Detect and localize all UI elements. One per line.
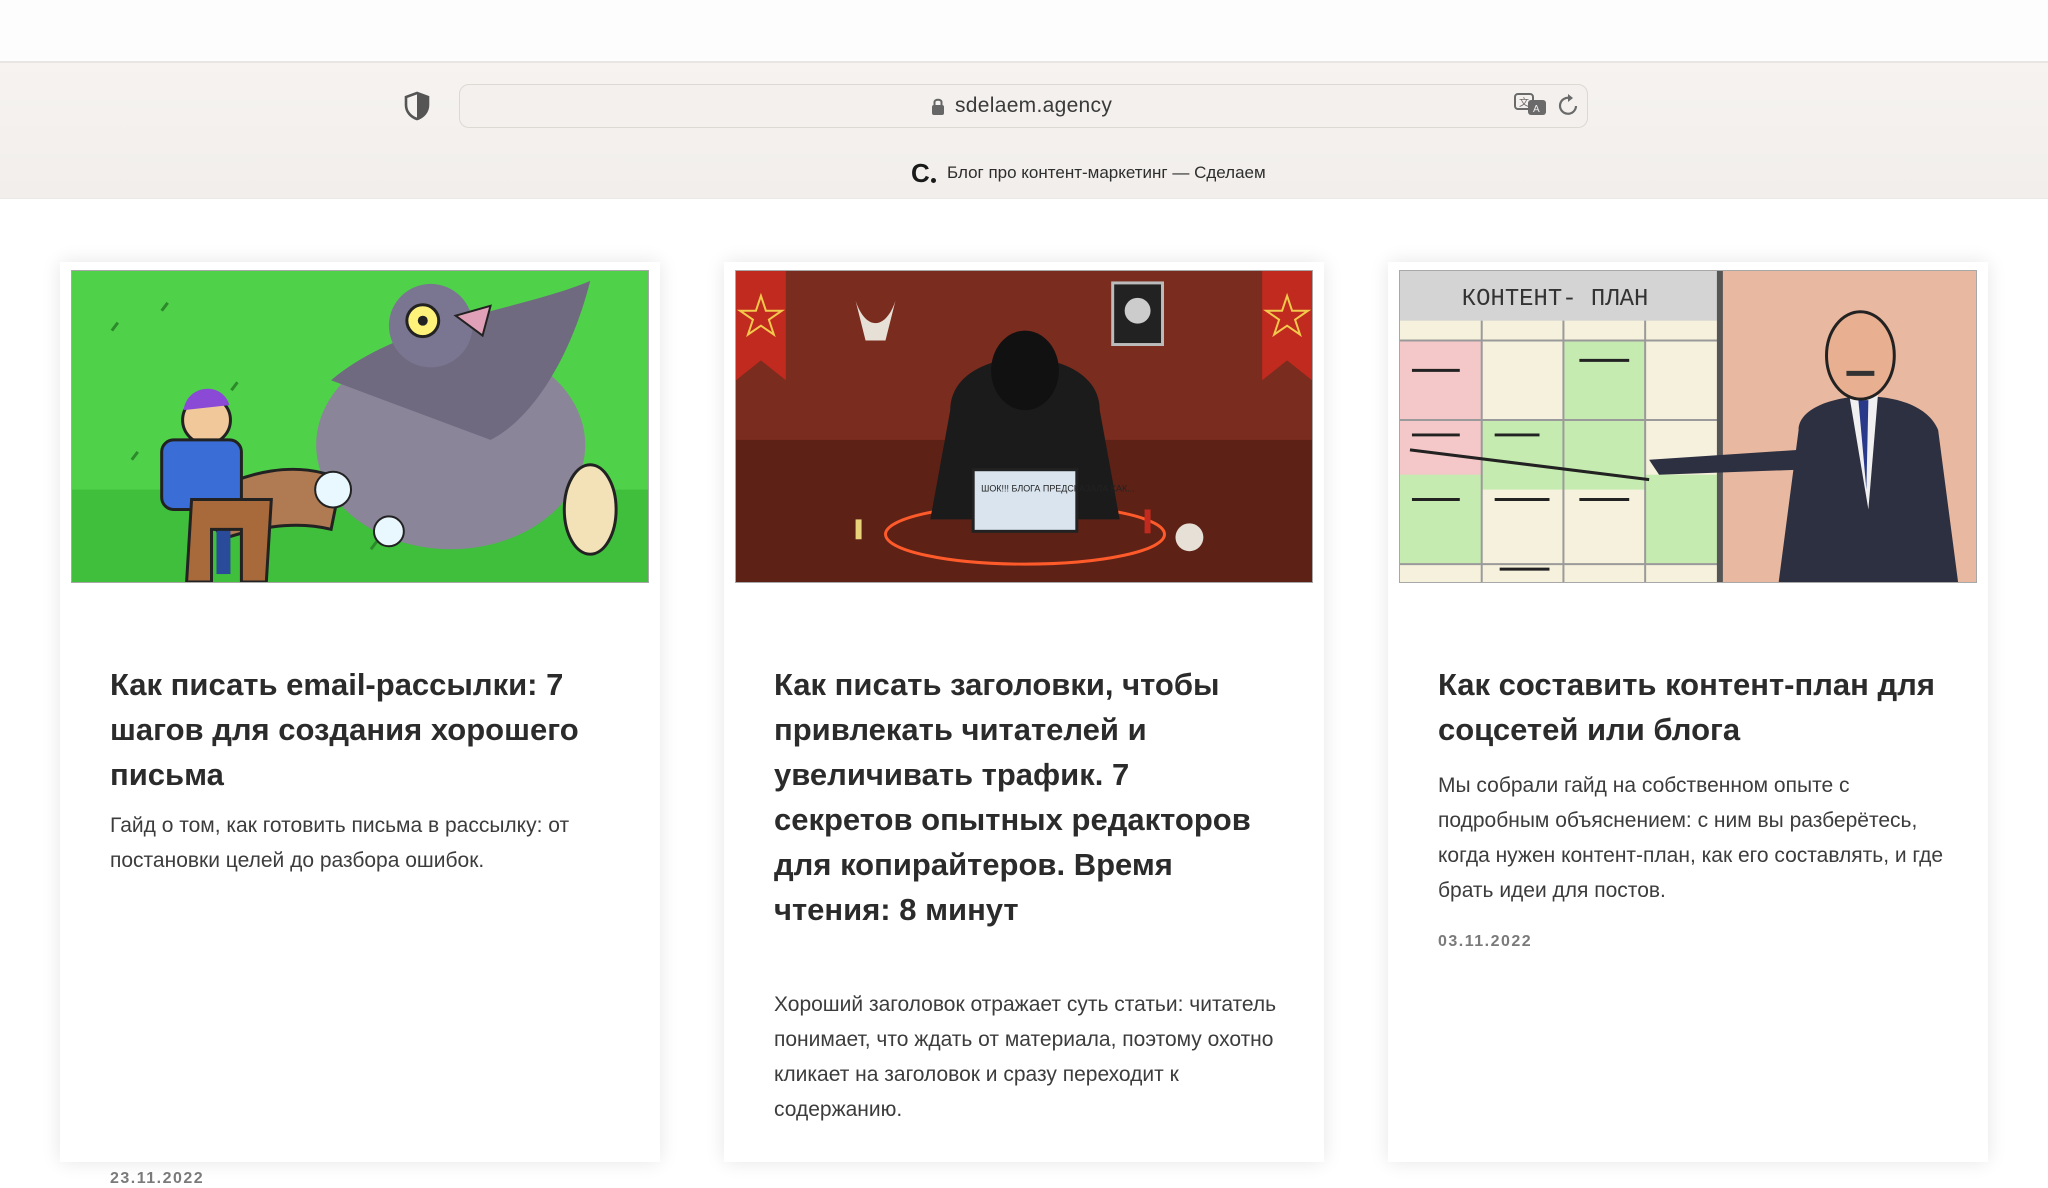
- ritual-illustration: ШОК!!! БЛОГА ПРЕДСКАЗАЛА КАК...: [736, 271, 1312, 582]
- article-image-content-plan[interactable]: КОНТЕНТ- ПЛАН: [1399, 270, 1977, 583]
- article-description: Мы собрали гайд на собственном опыте с п…: [1438, 774, 1944, 902]
- svg-text:A: A: [1533, 104, 1540, 115]
- article-title[interactable]: Как писать email-рассылки: 7 шагов для с…: [110, 662, 610, 797]
- article-description: Гайд о том, как готовить письма в рассыл…: [110, 814, 570, 872]
- article-title[interactable]: Как писать заголовки, чтобы привлекать ч…: [774, 662, 1274, 932]
- tab-title[interactable]: Блог про контент-маркетинг — Сделаем: [947, 163, 1266, 183]
- content-plan-heading: КОНТЕНТ- ПЛАН: [1462, 286, 1649, 313]
- translate-icon[interactable]: 文 A: [1514, 92, 1548, 118]
- lock-icon: [932, 98, 944, 115]
- svg-text:文: 文: [1519, 96, 1529, 109]
- article-title[interactable]: Как составить контент-план для соцсетей …: [1438, 662, 1938, 752]
- article-image-pigeon[interactable]: [71, 270, 649, 583]
- reload-icon[interactable]: [1557, 92, 1581, 118]
- tab-favicon: C: [911, 158, 930, 188]
- window-top-strip: [0, 0, 2048, 62]
- article-date: 23.11.2022: [110, 1170, 205, 1187]
- content-plan-illustration: КОНТЕНТ- ПЛАН: [1400, 271, 1976, 582]
- shield-icon[interactable]: [404, 91, 430, 121]
- article-card[interactable]: ШОК!!! БЛОГА ПРЕДСКАЗАЛА КАК... Как писа…: [724, 262, 1324, 1162]
- article-image-ritual[interactable]: ШОК!!! БЛОГА ПРЕДСКАЗАЛА КАК...: [735, 270, 1313, 583]
- article-description: Хороший заголовок отражает суть статьи: …: [774, 993, 1277, 1121]
- article-date: 03.11.2022: [1438, 933, 1533, 950]
- tab-favicon-dot: [931, 178, 936, 183]
- pigeon-illustration: [72, 271, 648, 582]
- article-card[interactable]: Как писать email-рассылки: 7 шагов для с…: [60, 262, 660, 1187]
- url-text[interactable]: sdelaem.agency: [955, 94, 1112, 118]
- article-card[interactable]: КОНТЕНТ- ПЛАН Как составить контент-план…: [1388, 262, 1988, 1162]
- laptop-screen-text: ШОК!!! БЛОГА ПРЕДСКАЗАЛА КАК...: [981, 484, 1134, 494]
